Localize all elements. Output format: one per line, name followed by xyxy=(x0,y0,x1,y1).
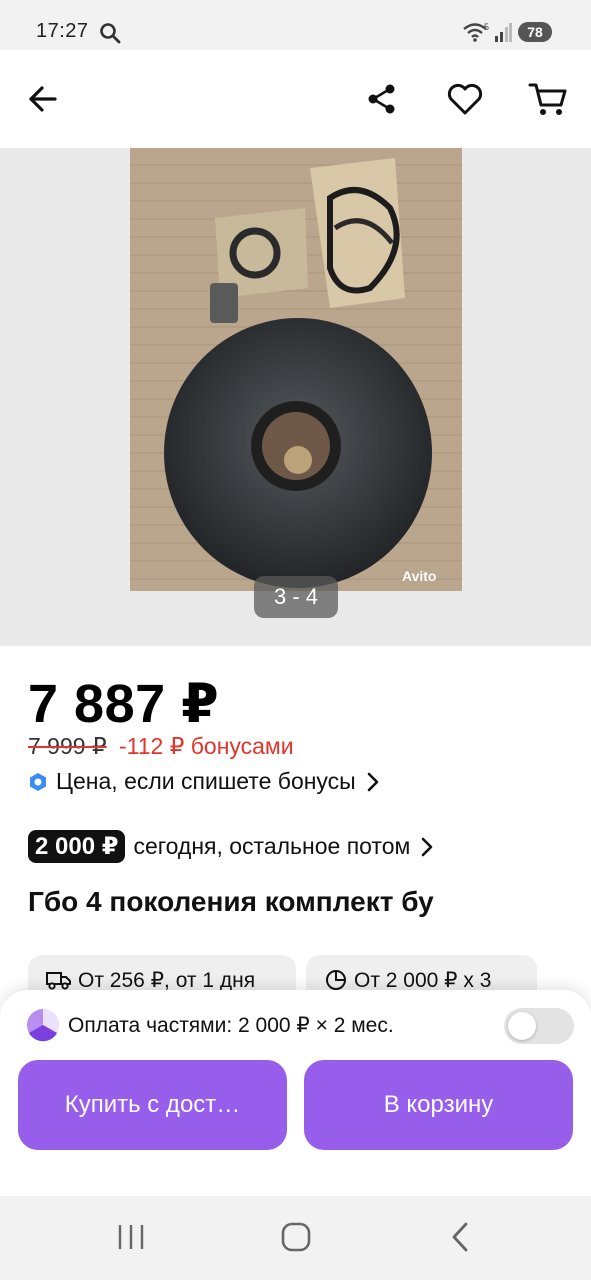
status-bar: 17:27 5 78 xyxy=(0,0,591,50)
chevron-right-icon xyxy=(422,837,433,856)
photo-gallery[interactable]: Avito 3 - 4 xyxy=(0,148,591,646)
network-label: 5 xyxy=(484,22,489,32)
add-to-cart-button[interactable]: В корзину xyxy=(304,1060,573,1150)
battery-indicator: 78 xyxy=(518,22,552,42)
installment-row: Оплата частями: 2 000 ₽ × 2 мес. xyxy=(26,1008,394,1042)
installment-text: сегодня, остальное потом xyxy=(133,833,411,859)
app-bar xyxy=(0,50,591,148)
price-details: 7 999 ₽ -112 ₽ бонусами xyxy=(28,733,294,760)
installment-label: Оплата частями: 2 000 ₽ × 2 мес. xyxy=(68,1013,394,1037)
buy-with-delivery-button[interactable]: Купить с дост… xyxy=(18,1060,287,1150)
favorite-button[interactable] xyxy=(441,75,489,123)
share-button[interactable] xyxy=(358,75,406,123)
arrow-left-icon xyxy=(29,86,57,112)
installment-chip-label: От 2 000 ₽ x 3 xyxy=(354,968,492,992)
toggle-knob xyxy=(508,1012,536,1040)
product-photo[interactable]: Avito xyxy=(130,148,462,591)
wifi-icon: 5 xyxy=(463,22,489,42)
back-button[interactable] xyxy=(18,75,66,123)
truck-icon xyxy=(46,972,71,990)
chevron-right-icon xyxy=(367,772,379,791)
system-nav-bar xyxy=(0,1196,591,1280)
product-title: Гбо 4 поколения комплект бу xyxy=(28,886,434,917)
search-icon xyxy=(100,23,121,44)
share-icon xyxy=(368,84,395,114)
product-photo-image: Avito xyxy=(130,148,462,591)
home-icon[interactable] xyxy=(279,1221,313,1253)
bonus-discount: -112 ₽ бонусами xyxy=(118,733,294,759)
back-nav-icon[interactable] xyxy=(446,1221,476,1253)
delivery-chip-label: От 256 ₽, от 1 дня xyxy=(78,968,256,992)
signal-icon xyxy=(495,23,512,42)
cart-icon xyxy=(528,83,567,115)
bonus-link-label: Цена, если спишете бонусы xyxy=(56,768,356,794)
status-time: 17:27 xyxy=(36,20,89,42)
pie-chart-icon xyxy=(326,970,346,990)
old-price: 7 999 ₽ xyxy=(28,733,107,759)
installment-toggle[interactable] xyxy=(504,1008,574,1044)
price: 7 887 ₽ xyxy=(28,674,220,734)
bottom-action-panel: Оплата частями: 2 000 ₽ × 2 мес. Купить … xyxy=(0,990,591,1196)
recents-icon[interactable] xyxy=(114,1222,148,1252)
page-indicator: 3 - 4 xyxy=(254,576,338,618)
bonus-icon xyxy=(30,772,46,791)
heart-icon xyxy=(447,83,483,115)
installment-pie-icon xyxy=(27,1008,60,1042)
cart-button[interactable] xyxy=(524,75,572,123)
installment-link[interactable]: 2 000 ₽ сегодня, остальное потом xyxy=(28,830,436,863)
photo-watermark: Avito xyxy=(402,568,436,584)
installment-badge: 2 000 ₽ xyxy=(28,830,126,863)
bonus-price-link[interactable]: Цена, если спишете бонусы xyxy=(28,768,382,795)
